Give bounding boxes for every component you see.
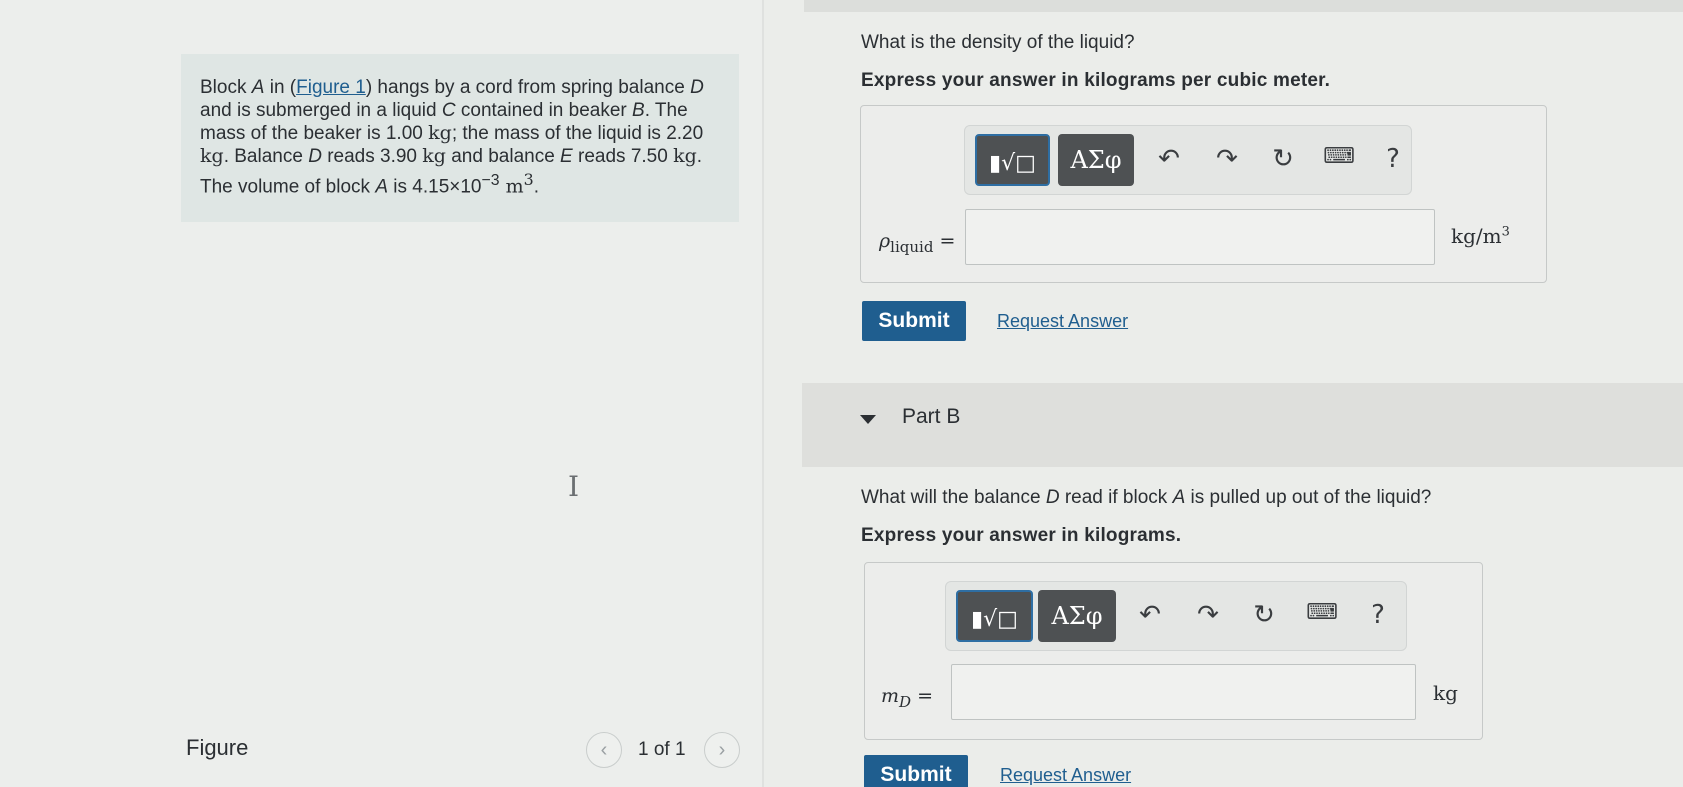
problem-var: E — [560, 146, 573, 167]
redo-icon[interactable]: ↷ — [1192, 600, 1224, 630]
part-b-instruction: Express your answer in kilograms. — [861, 525, 1182, 546]
problem-text: . Balance — [223, 146, 309, 167]
var-subscript: D — [899, 692, 912, 711]
math-toolbar: ▮√□ ΑΣφ ↶ ↷ ↻ ⌨ ? — [964, 125, 1412, 195]
question-var: A — [1172, 487, 1186, 508]
request-answer-link[interactable]: Request Answer — [997, 311, 1128, 332]
problem-statement: Block A in (Figure 1) hangs by a cord fr… — [181, 54, 739, 222]
problem-text: and balance — [445, 146, 561, 167]
problem-text: contained in beaker — [455, 100, 633, 121]
figure-link[interactable]: Figure 1 — [296, 77, 366, 98]
problem-text: in ( — [264, 77, 297, 98]
part-a-instruction: Express your answer in kilograms per cub… — [861, 70, 1331, 91]
redo-icon[interactable]: ↷ — [1211, 144, 1243, 174]
math-toolbar: ▮√□ ΑΣφ ↶ ↷ ↻ ⌨ ? — [945, 581, 1407, 651]
exponent: 3 — [523, 170, 534, 189]
problem-text: ; the mass of the liquid is 2.20 — [451, 123, 704, 144]
problem-pane: Block A in (Figure 1) hangs by a cord fr… — [0, 0, 762, 787]
templates-icon: ▮√□ — [971, 607, 1018, 632]
problem-text: ) hangs by a cord from spring balance — [365, 77, 691, 98]
text-cursor-icon: I — [568, 470, 580, 503]
top-strip — [804, 0, 1683, 12]
keyboard-icon[interactable]: ⌨ — [1323, 144, 1355, 169]
problem-var: A — [251, 77, 265, 98]
unit-kg: kg — [673, 145, 697, 167]
question-text: read if block — [1059, 487, 1173, 508]
unit-kg: kg — [422, 145, 446, 167]
part-a-answer-box: ▮√□ ΑΣφ ↶ ↷ ↻ ⌨ ? ρliquid = kg/m3 — [860, 105, 1547, 283]
page: Block A in (Figure 1) hangs by a cord fr… — [0, 0, 1683, 787]
part-a-question: What is the density of the liquid? — [861, 32, 1135, 53]
question-var: D — [1045, 487, 1060, 508]
var-symbol: m — [881, 685, 900, 707]
var-subscript: liquid — [890, 237, 934, 256]
submit-button[interactable]: Submit — [864, 755, 968, 787]
problem-text: reads 7.50 — [572, 146, 674, 167]
figure-page-count: 1 of 1 — [638, 739, 686, 760]
templates-button[interactable]: ▮√□ — [956, 590, 1033, 642]
figure-label: Figure — [186, 735, 249, 760]
answer-pane: What is the density of the liquid? Expre… — [764, 0, 1683, 787]
part-b-question: What will the balance D read if block A … — [861, 487, 1431, 509]
problem-var: B — [632, 100, 645, 121]
problem-var: D — [690, 77, 704, 98]
unit-exponent: 3 — [1501, 224, 1510, 240]
submit-button[interactable]: Submit — [862, 301, 966, 341]
problem-text: and is submerged in a liquid — [200, 100, 442, 121]
var-symbol: ρ — [879, 230, 891, 252]
equals-sign: = — [917, 685, 934, 707]
unit-label: kg/m3 — [1451, 224, 1510, 248]
help-icon[interactable]: ? — [1377, 144, 1409, 174]
unit-label: kg — [1433, 681, 1458, 705]
m-d-label: mD = — [881, 685, 933, 711]
figure-pager: Figure ‹ 1 of 1 › — [186, 732, 746, 772]
help-icon[interactable]: ? — [1362, 600, 1394, 630]
equals-sign: = — [939, 230, 956, 252]
problem-text: . — [533, 176, 539, 198]
balance-reading-input[interactable] — [951, 664, 1416, 720]
templates-icon: ▮√□ — [989, 151, 1036, 176]
unit-kg: kg — [200, 145, 224, 167]
unit-m: m — [499, 175, 524, 198]
caret-down-icon[interactable] — [860, 415, 876, 424]
undo-icon[interactable]: ↶ — [1134, 600, 1166, 630]
question-text: What will the balance — [861, 487, 1046, 508]
part-b-title: Part B — [902, 405, 961, 428]
question-text: is pulled up out of the liquid? — [1185, 487, 1432, 508]
problem-text: reads 3.90 — [321, 146, 423, 167]
templates-button[interactable]: ▮√□ — [975, 134, 1050, 186]
problem-var: A — [375, 176, 388, 198]
problem-var: D — [308, 146, 322, 167]
part-b-header[interactable]: Part B — [802, 383, 1683, 467]
greek-symbols-button[interactable]: ΑΣφ — [1038, 590, 1116, 642]
request-answer-link[interactable]: Request Answer — [1000, 765, 1131, 786]
problem-text: is 4.15×10 — [388, 176, 482, 198]
problem-var: C — [441, 100, 456, 121]
reset-icon[interactable]: ↻ — [1267, 144, 1299, 174]
unit-base: kg/m — [1451, 224, 1502, 248]
greek-symbols-button[interactable]: ΑΣφ — [1058, 134, 1134, 186]
rho-liquid-label: ρliquid = — [879, 230, 955, 256]
part-b-answer-box: ▮√□ ΑΣφ ↶ ↷ ↻ ⌨ ? mD = kg — [864, 562, 1483, 740]
keyboard-icon[interactable]: ⌨ — [1306, 600, 1338, 625]
chevron-right-icon[interactable]: › — [704, 732, 740, 768]
chevron-left-icon[interactable]: ‹ — [586, 732, 622, 768]
unit-kg: kg — [428, 122, 452, 144]
exponent: −3 — [481, 172, 500, 189]
density-answer-input[interactable] — [965, 209, 1435, 265]
reset-icon[interactable]: ↻ — [1248, 600, 1280, 630]
undo-icon[interactable]: ↶ — [1153, 144, 1185, 174]
problem-text: Block — [200, 77, 252, 98]
